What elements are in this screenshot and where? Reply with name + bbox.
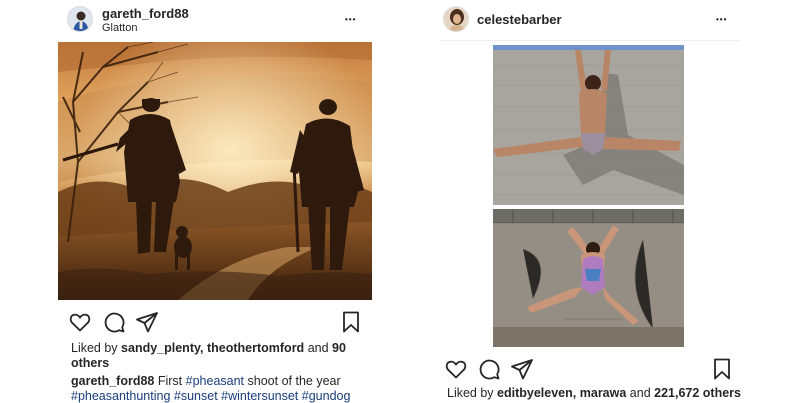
hashtag-link[interactable]: #sunset xyxy=(174,389,218,403)
post-username[interactable]: celestebarber xyxy=(477,12,562,27)
comment-icon[interactable] xyxy=(477,357,501,381)
post-photo-top[interactable] xyxy=(493,45,684,205)
hashtag-link[interactable]: #gundog xyxy=(302,389,351,403)
comment-icon[interactable] xyxy=(102,310,126,334)
header-divider xyxy=(440,40,740,41)
likes-prefix: Liked by xyxy=(71,341,118,355)
bookmark-icon[interactable] xyxy=(710,357,734,381)
post-header: celestebarber ••• xyxy=(440,0,740,40)
more-options-icon[interactable]: ••• xyxy=(716,14,727,26)
post-caption: gareth_ford88 First #pheasant shoot of t… xyxy=(71,374,350,403)
post-card-gareth: gareth_ford88 Glatton ••• Liked by sandy… xyxy=(58,0,372,403)
likes-separator: , xyxy=(572,386,577,400)
likes-prefix: Liked by xyxy=(447,386,494,400)
liker-username[interactable]: editbyeleven xyxy=(497,386,573,400)
liker-username[interactable]: theothertomford xyxy=(207,341,304,355)
post-header: gareth_ford88 Glatton ••• xyxy=(58,0,372,40)
hashtag-link[interactable]: #wintersunset xyxy=(221,389,298,403)
likes-others-text[interactable]: 221,672 others xyxy=(654,386,741,400)
concrete-wall-image xyxy=(493,209,684,347)
avatar[interactable] xyxy=(443,6,469,32)
likes-others-count[interactable]: 90 xyxy=(332,341,346,355)
heart-icon[interactable] xyxy=(444,357,468,381)
liker-username[interactable]: sandy_plenty xyxy=(121,341,200,355)
caption-text: First xyxy=(157,374,183,388)
likes-others-text[interactable]: others xyxy=(71,356,109,370)
hashtag-link[interactable]: #pheasant xyxy=(186,374,244,388)
heart-icon[interactable] xyxy=(68,310,92,334)
post-photo-bottom[interactable] xyxy=(493,209,684,347)
likes-and: and xyxy=(307,341,329,355)
hunters-sunset-image xyxy=(58,42,372,300)
likes-separator: , xyxy=(200,341,204,355)
post-location[interactable]: Glatton xyxy=(102,22,137,34)
caption-author[interactable]: gareth_ford88 xyxy=(71,374,154,388)
liker-username[interactable]: marawa xyxy=(580,386,627,400)
likes-and: and xyxy=(629,386,651,400)
post-card-celeste: celestebarber ••• Liked by editbyeleven,… xyxy=(440,0,741,403)
likes-summary: Liked by sandy_plenty, theothertomford a… xyxy=(71,341,361,371)
likes-summary: Liked by editbyeleven, marawa and 221,67… xyxy=(447,386,741,401)
wall-splits-image xyxy=(493,45,684,205)
hashtag-link[interactable]: #pheasanthunting xyxy=(71,389,170,403)
avatar[interactable] xyxy=(67,6,93,32)
post-username[interactable]: gareth_ford88 xyxy=(102,6,189,21)
post-actions xyxy=(58,310,372,334)
caption-text: shoot of the year xyxy=(247,374,341,388)
post-photo[interactable] xyxy=(58,42,372,300)
more-options-icon[interactable]: ••• xyxy=(345,14,356,26)
share-icon[interactable] xyxy=(135,310,159,334)
bookmark-icon[interactable] xyxy=(339,310,363,334)
share-icon[interactable] xyxy=(510,357,534,381)
post-actions xyxy=(440,357,740,381)
